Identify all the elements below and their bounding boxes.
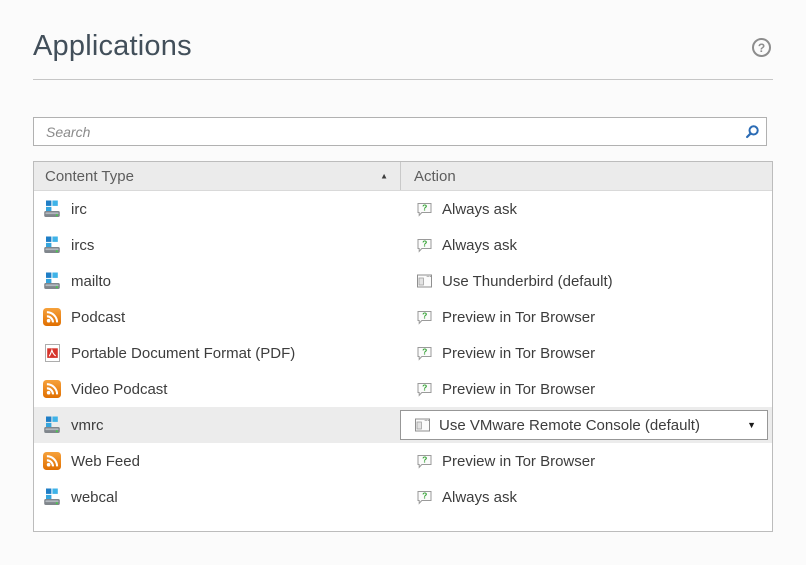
svg-text:?: ? — [422, 490, 427, 500]
action-label: Always ask — [442, 237, 517, 254]
action-header-label: Action — [414, 168, 456, 185]
table-row[interactable]: Podcast? Preview in Tor Browser — [34, 299, 772, 335]
action-label: Preview in Tor Browser — [442, 453, 595, 470]
table-row[interactable]: Video Podcast? Preview in Tor Browser — [34, 371, 772, 407]
content-type-cell[interactable]: mailto — [34, 263, 400, 299]
action-cell[interactable]: Use Thunderbird (default) — [400, 263, 772, 299]
svg-text:?: ? — [422, 238, 427, 248]
content-type-label: Web Feed — [71, 453, 140, 470]
table-header: Content Type ▲ Action — [34, 162, 772, 191]
search-input[interactable] — [34, 118, 738, 145]
action-label: Preview in Tor Browser — [442, 381, 595, 398]
table-row[interactable]: Web Feed? Preview in Tor Browser — [34, 443, 772, 479]
help-icon[interactable]: ? — [752, 38, 771, 57]
application-icon — [42, 236, 62, 255]
content-type-header-label: Content Type — [45, 168, 134, 185]
action-cell[interactable]: ? Always ask — [400, 479, 772, 515]
application-icon — [42, 272, 62, 291]
ask-bubble-icon: ? — [414, 489, 434, 506]
action-cell[interactable]: Use VMware Remote Console (default) ▼ — [400, 407, 772, 443]
column-header-content-type[interactable]: Content Type ▲ — [34, 162, 400, 190]
ask-bubble-icon: ? — [414, 309, 434, 326]
help-glyph: ? — [758, 41, 765, 55]
action-dropdown[interactable]: Use VMware Remote Console (default) ▼ — [400, 410, 768, 440]
page-title: Applications — [33, 30, 192, 63]
ask-bubble-icon: ? — [414, 453, 434, 470]
application-icon — [42, 200, 62, 219]
svg-text:?: ? — [422, 454, 427, 464]
application-icon — [42, 416, 62, 435]
content-type-cell[interactable]: Web Feed — [34, 443, 400, 479]
content-type-cell[interactable]: ircs — [34, 227, 400, 263]
svg-text:?: ? — [422, 310, 427, 320]
svg-text:?: ? — [422, 382, 427, 392]
action-cell[interactable]: ? Preview in Tor Browser — [400, 299, 772, 335]
action-cell[interactable]: ? Preview in Tor Browser — [400, 371, 772, 407]
action-cell[interactable]: ? Always ask — [400, 227, 772, 263]
table-row[interactable]: mailto Use Thunderbird (default) — [34, 263, 772, 299]
ask-bubble-icon: ? — [414, 381, 434, 398]
action-cell[interactable]: ? Preview in Tor Browser — [400, 335, 772, 371]
content-type-cell[interactable]: webcal — [34, 479, 400, 515]
action-label: Always ask — [442, 201, 517, 218]
content-type-label: irc — [71, 201, 87, 218]
ask-bubble-icon: ? — [414, 201, 434, 218]
content-type-label: Podcast — [71, 309, 125, 326]
table-row[interactable]: webcal? Always ask — [34, 479, 772, 515]
svg-text:?: ? — [422, 202, 427, 212]
content-type-label: Video Podcast — [71, 381, 167, 398]
table-row[interactable]: ircs? Always ask — [34, 227, 772, 263]
content-type-cell[interactable]: Podcast — [34, 299, 400, 335]
action-cell[interactable]: ? Always ask — [400, 191, 772, 227]
table-body: irc? Always ask ircs? Always ask mailto Use T… — [34, 191, 772, 515]
action-label: Preview in Tor Browser — [442, 345, 595, 362]
column-header-action[interactable]: Action — [400, 162, 772, 190]
content-type-label: webcal — [71, 489, 118, 506]
ask-bubble-icon: ? — [414, 345, 434, 362]
action-cell[interactable]: ? Preview in Tor Browser — [400, 443, 772, 479]
content-type-cell[interactable]: Video Podcast — [34, 371, 400, 407]
feed-icon — [42, 380, 62, 398]
pdf-icon — [42, 344, 62, 362]
table-row[interactable]: irc? Always ask — [34, 191, 772, 227]
content-type-cell[interactable]: Portable Document Format (PDF) — [34, 335, 400, 371]
applications-table: Content Type ▲ Action irc? Always ask ircs… — [33, 161, 773, 532]
feed-icon — [42, 308, 62, 326]
table-row[interactable]: Portable Document Format (PDF)? Preview i… — [34, 335, 772, 371]
action-label: Always ask — [442, 489, 517, 506]
search-box — [33, 117, 767, 146]
content-type-cell[interactable]: irc — [34, 191, 400, 227]
svg-text:?: ? — [422, 346, 427, 356]
action-label: Use VMware Remote Console (default) — [439, 417, 700, 434]
feed-icon — [42, 452, 62, 470]
title-divider — [33, 79, 773, 80]
content-type-label: ircs — [71, 237, 94, 254]
app-window-icon — [414, 273, 434, 289]
content-type-cell[interactable]: vmrc — [34, 407, 400, 443]
table-row[interactable]: vmrc Use VMware Remote Console (default) ▼ — [34, 407, 772, 443]
app-window-icon — [412, 417, 432, 433]
sort-ascending-icon: ▲ — [380, 172, 388, 181]
application-icon — [42, 488, 62, 507]
content-type-label: mailto — [71, 273, 111, 290]
search-icon — [738, 124, 766, 140]
dropdown-arrow-icon: ▼ — [747, 420, 756, 430]
content-type-label: vmrc — [71, 417, 104, 434]
action-label: Use Thunderbird (default) — [442, 273, 613, 290]
action-label: Preview in Tor Browser — [442, 309, 595, 326]
content-type-label: Portable Document Format (PDF) — [71, 345, 295, 362]
ask-bubble-icon: ? — [414, 237, 434, 254]
